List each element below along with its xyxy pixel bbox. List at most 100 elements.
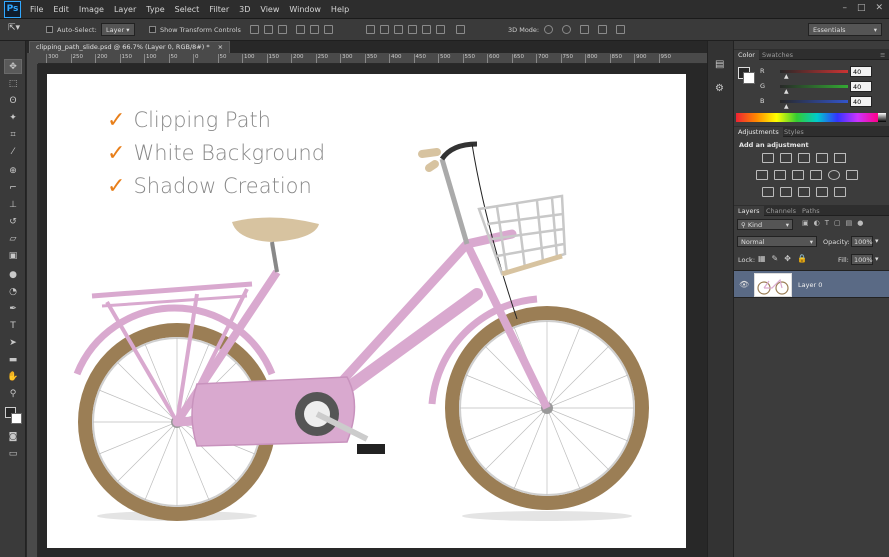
slider-thumb-icon[interactable]: ▲ [784,73,789,80]
minimize-button[interactable]: – [842,3,847,13]
curves-icon[interactable] [798,153,810,163]
move-tool-icon[interactable]: ✥ [4,59,22,74]
invert-icon[interactable] [762,187,774,197]
levels-icon[interactable] [780,153,792,163]
menu-image[interactable]: Image [74,5,109,14]
align-hcenter-icon[interactable] [310,25,319,34]
history-brush-tool-icon[interactable]: ↺ [4,214,22,229]
channel-track[interactable] [780,100,848,103]
brush-tool-icon[interactable]: ⌐ [4,180,22,195]
lasso-tool-icon[interactable]: ʘ [4,93,22,108]
menu-3d[interactable]: 3D [234,5,255,14]
vertical-ruler[interactable] [27,64,38,557]
menu-view[interactable]: View [255,5,284,14]
distribute-hcenter-icon[interactable] [422,25,431,34]
fill-slider-toggle[interactable]: ▾ [875,255,879,263]
posterize-icon[interactable] [780,187,792,197]
document-tab-close-icon[interactable]: × [218,43,223,51]
layer-visibility-eye-icon[interactable]: 👁 [739,280,749,289]
menu-layer[interactable]: Layer [109,5,141,14]
vibrance-icon[interactable] [834,153,846,163]
color-grayscale-bar[interactable] [878,113,886,122]
workspace-dropdown[interactable]: Essentials ▾ [808,23,882,36]
pen-tool-icon[interactable]: ✒ [4,301,22,316]
exposure-icon[interactable] [816,153,828,163]
properties-panel-icon[interactable]: ⚙ [715,83,724,94]
distribute-top-icon[interactable] [366,25,375,34]
opacity-slider-toggle[interactable]: ▾ [875,237,879,245]
align-right-icon[interactable] [324,25,333,34]
threshold-icon[interactable] [798,187,810,197]
dodge-tool-icon[interactable]: ◔ [4,284,22,299]
opacity-input[interactable]: 100% [851,236,873,247]
gradient-tool-icon[interactable]: ▣ [4,248,22,263]
hue-saturation-icon[interactable] [756,170,768,180]
tab-layers[interactable]: Layers [734,206,764,216]
tab-swatches[interactable]: Swatches [758,50,797,60]
color-slider-g[interactable]: G ▲ 40 [734,80,889,95]
channel-track[interactable] [780,70,848,73]
channel-value-input[interactable]: 40 [850,81,872,92]
slider-thumb-icon[interactable]: ▲ [784,103,789,110]
color-spectrum-bar[interactable] [736,113,878,122]
tab-channels[interactable]: Channels [762,206,800,216]
black-white-icon[interactable] [792,170,804,180]
auto-select-checkbox[interactable] [46,26,53,33]
color-slider-r[interactable]: R ▲ 40 [734,65,889,80]
layer-filter-kind-dropdown[interactable]: ⚲ Kind ▾ [737,219,793,230]
lock-icons[interactable]: ▦✎✥🔒 [758,254,813,263]
menu-help[interactable]: Help [326,5,354,14]
3d-scale-icon[interactable] [616,25,625,34]
healing-brush-tool-icon[interactable]: ⊕ [4,163,22,178]
distribute-right-icon[interactable] [436,25,445,34]
align-vcenter-icon[interactable] [264,25,273,34]
blur-tool-icon[interactable]: ● [4,267,22,282]
maximize-button[interactable]: □ [857,3,866,13]
menu-type[interactable]: Type [141,5,169,14]
blend-mode-dropdown[interactable]: Normal ▾ [737,236,817,247]
photo-filter-icon[interactable] [810,170,822,180]
document-tab[interactable]: clipping_path_slide.psd @ 66.7% (Layer 0… [29,41,231,53]
hand-tool-icon[interactable]: ✋ [4,369,22,384]
channel-value-input[interactable]: 40 [850,96,872,107]
tab-paths[interactable]: Paths [798,206,824,216]
ruler-origin[interactable] [27,53,38,64]
menu-filter[interactable]: Filter [204,5,234,14]
menu-select[interactable]: Select [170,5,205,14]
move-tool-preset-icon[interactable]: ⇱▾ [8,23,20,33]
panel-menu-icon[interactable]: ≡ [876,50,889,60]
selective-color-icon[interactable] [816,187,828,197]
color-balance-icon[interactable] [774,170,786,180]
menu-window[interactable]: Window [284,5,326,14]
path-selection-tool-icon[interactable]: ➤ [4,335,22,350]
auto-select-dropdown[interactable]: Layer ▾ [101,23,135,36]
layers-list-empty-area[interactable] [734,298,889,557]
tab-adjustments[interactable]: Adjustments [734,127,783,137]
eraser-tool-icon[interactable]: ▱ [4,231,22,246]
3d-slide-icon[interactable] [598,25,607,34]
3d-rotate-icon[interactable] [544,25,553,34]
crop-tool-icon[interactable]: ⌗ [4,127,22,142]
eyedropper-tool-icon[interactable]: ⁄ [4,144,22,159]
align-bottom-icon[interactable] [278,25,287,34]
menu-file[interactable]: File [25,5,48,14]
color-lookup-icon[interactable] [846,170,858,180]
marquee-tool-icon[interactable]: ⬚ [4,76,22,91]
history-panel-icon[interactable]: ▤ [715,59,724,70]
3d-drag-icon[interactable] [580,25,589,34]
background-color-swatch[interactable] [11,413,22,424]
distribute-bottom-icon[interactable] [394,25,403,34]
layer-filter-icons[interactable]: ▣◐T▢▤● [802,219,888,230]
close-button[interactable]: ✕ [875,3,883,13]
auto-align-icon[interactable] [456,25,465,34]
screen-mode-icon[interactable]: ▭ [4,446,22,461]
align-left-icon[interactable] [296,25,305,34]
menu-edit[interactable]: Edit [48,5,74,14]
channel-value-input[interactable]: 40 [850,66,872,77]
channel-mixer-icon[interactable] [828,170,840,180]
magic-wand-tool-icon[interactable]: ✦ [4,110,22,125]
type-tool-icon[interactable]: T [4,318,22,333]
tab-color[interactable]: Color [734,50,759,60]
tab-styles[interactable]: Styles [780,127,808,137]
slider-thumb-icon[interactable]: ▲ [784,88,789,95]
